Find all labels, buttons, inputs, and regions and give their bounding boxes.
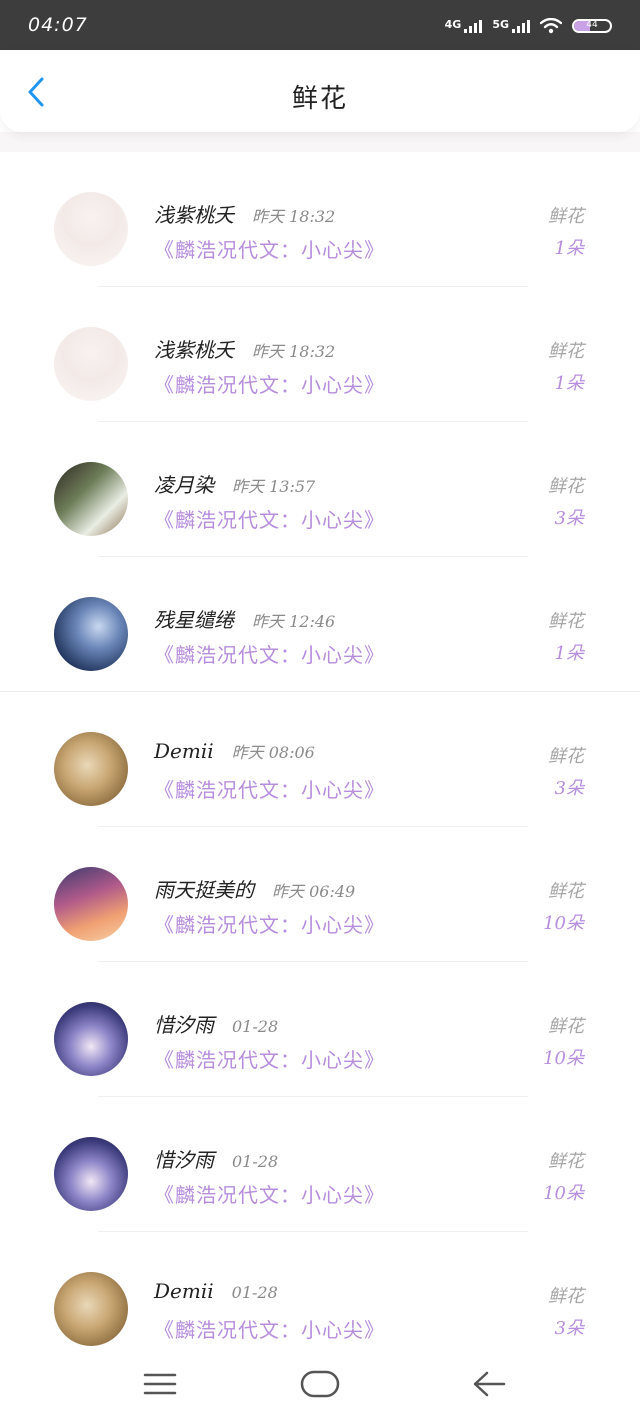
network-4g-indicator: 4G bbox=[445, 19, 483, 33]
avatar[interactable] bbox=[54, 1002, 128, 1076]
status-bar: 04:07 4G 5G 44 bbox=[0, 0, 640, 50]
gift-count: 3朵 bbox=[554, 1318, 584, 1339]
gift-type-label: 鲜花 bbox=[548, 476, 584, 497]
book-title-link[interactable]: 《麟浩况代文：小心尖》 bbox=[154, 1179, 385, 1208]
avatar[interactable] bbox=[54, 732, 128, 806]
avatar[interactable] bbox=[54, 867, 128, 941]
list-item[interactable]: 惜汐雨 01-28 《麟浩况代文：小心尖》 鲜花 10朵 bbox=[0, 962, 640, 1097]
gift-count: 10朵 bbox=[543, 1048, 584, 1069]
wifi-icon bbox=[540, 18, 562, 34]
list-item[interactable]: 凌月染 昨天 13:57 《麟浩况代文：小心尖》 鲜花 3朵 bbox=[0, 422, 640, 557]
book-title-link[interactable]: 《麟浩况代文：小心尖》 bbox=[154, 369, 385, 398]
gift-type-label: 鲜花 bbox=[548, 746, 584, 767]
avatar[interactable] bbox=[54, 192, 128, 266]
gift-count: 10朵 bbox=[543, 1183, 584, 1204]
user-name[interactable]: 浅紫桃夭 bbox=[154, 203, 234, 227]
user-name[interactable]: Demii bbox=[154, 739, 214, 763]
list-item[interactable]: 浅紫桃夭 昨天 18:32 《麟浩况代文：小心尖》 鲜花 1朵 bbox=[0, 287, 640, 422]
gift-type-label: 鲜花 bbox=[548, 341, 584, 362]
gift-type-label: 鲜花 bbox=[548, 206, 584, 227]
avatar[interactable] bbox=[54, 1137, 128, 1211]
gift-count: 1朵 bbox=[554, 238, 584, 259]
book-title-link[interactable]: 《麟浩况代文：小心尖》 bbox=[154, 909, 385, 938]
avatar[interactable] bbox=[54, 1272, 128, 1346]
status-icons: 4G 5G 44 bbox=[445, 14, 612, 38]
list-item[interactable]: 惜汐雨 01-28 《麟浩况代文：小心尖》 鲜花 10朵 bbox=[0, 1097, 640, 1232]
user-name-line: 残星缱绻 昨天 12:46 bbox=[154, 604, 335, 633]
gift-time: 01-28 bbox=[232, 1152, 279, 1171]
signal-bars-icon bbox=[512, 19, 530, 33]
user-name-line: 惜汐雨 01-28 bbox=[154, 1009, 278, 1038]
user-name[interactable]: 雨天挺美的 bbox=[154, 878, 254, 902]
header-spacer bbox=[0, 132, 640, 152]
user-name[interactable]: Demii bbox=[154, 1279, 214, 1303]
gift-list: 浅紫桃夭 昨天 18:32 《麟浩况代文：小心尖》 鲜花 1朵 浅紫桃夭 昨天 18:32 《… bbox=[0, 152, 640, 1367]
gift-type-label: 鲜花 bbox=[548, 1016, 584, 1037]
gift-time: 昨天 18:32 bbox=[252, 342, 336, 361]
gift-time: 01-28 bbox=[231, 1283, 278, 1302]
gift-count: 3朵 bbox=[554, 778, 584, 799]
gift-time: 昨天 06:49 bbox=[272, 882, 356, 901]
user-name-line: Demii 01-28 bbox=[154, 1279, 278, 1303]
page-title: 鲜花 bbox=[291, 84, 348, 114]
user-name[interactable]: 浅紫桃夭 bbox=[154, 338, 234, 362]
user-name[interactable]: 惜汐雨 bbox=[154, 1148, 214, 1172]
gift-count: 3朵 bbox=[554, 508, 584, 529]
gift-count: 10朵 bbox=[543, 913, 584, 934]
network-4g-label: 4G bbox=[444, 18, 462, 31]
avatar[interactable] bbox=[54, 327, 128, 401]
user-name-line: 浅紫桃夭 昨天 18:32 bbox=[154, 199, 335, 228]
user-name-line: 惜汐雨 01-28 bbox=[154, 1144, 278, 1173]
gift-type-label: 鲜花 bbox=[548, 611, 584, 632]
system-back-button[interactable] bbox=[464, 1364, 514, 1404]
list-item[interactable]: 残星缱绻 昨天 12:46 《麟浩况代文：小心尖》 鲜花 1朵 bbox=[0, 557, 640, 692]
menu-button[interactable] bbox=[135, 1364, 185, 1404]
signal-bars-icon bbox=[464, 19, 483, 33]
book-title-link[interactable]: 《麟浩况代文：小心尖》 bbox=[154, 1314, 385, 1343]
list-item[interactable]: Demii 昨天 08:06 《麟浩况代文：小心尖》 鲜花 3朵 bbox=[0, 692, 640, 827]
list-item[interactable]: Demii 01-28 《麟浩况代文：小心尖》 鲜花 3朵 bbox=[0, 1232, 640, 1367]
user-name-line: 凌月染 昨天 13:57 bbox=[154, 469, 315, 498]
header: 鲜花 bbox=[0, 50, 640, 132]
gift-count: 1朵 bbox=[554, 643, 584, 664]
user-name-line: 浅紫桃夭 昨天 18:32 bbox=[154, 334, 335, 363]
book-title-link[interactable]: 《麟浩况代文：小心尖》 bbox=[154, 774, 385, 803]
gift-time: 昨天 18:32 bbox=[252, 207, 336, 226]
gift-type-label: 鲜花 bbox=[548, 881, 584, 902]
home-button[interactable] bbox=[295, 1364, 345, 1404]
arrow-left-icon bbox=[473, 1371, 506, 1397]
book-title-link[interactable]: 《麟浩况代文：小心尖》 bbox=[154, 234, 385, 263]
avatar[interactable] bbox=[54, 462, 128, 536]
book-title-link[interactable]: 《麟浩况代文：小心尖》 bbox=[154, 639, 385, 668]
gift-time: 昨天 12:46 bbox=[252, 612, 336, 631]
user-name[interactable]: 残星缱绻 bbox=[154, 608, 234, 632]
battery-level-text: 44 bbox=[586, 20, 598, 30]
avatar[interactable] bbox=[54, 597, 128, 671]
gift-time: 01-28 bbox=[232, 1017, 279, 1036]
book-title-link[interactable]: 《麟浩况代文：小心尖》 bbox=[154, 504, 385, 533]
system-nav-bar bbox=[0, 1350, 640, 1422]
user-name-line: 雨天挺美的 昨天 06:49 bbox=[154, 874, 355, 903]
gift-time: 昨天 08:06 bbox=[231, 743, 315, 762]
menu-icon bbox=[143, 1373, 177, 1395]
user-name-line: Demii 昨天 08:06 bbox=[154, 739, 315, 763]
network-5g-indicator: 5G bbox=[492, 19, 530, 33]
gift-time: 昨天 13:57 bbox=[232, 477, 316, 496]
list-item[interactable]: 雨天挺美的 昨天 06:49 《麟浩况代文：小心尖》 鲜花 10朵 bbox=[0, 827, 640, 962]
status-time: 04:07 bbox=[28, 14, 88, 36]
gift-type-label: 鲜花 bbox=[548, 1151, 584, 1172]
home-icon bbox=[300, 1370, 340, 1398]
gift-type-label: 鲜花 bbox=[548, 1286, 584, 1307]
battery-icon: 44 bbox=[572, 19, 612, 33]
list-item[interactable]: 浅紫桃夭 昨天 18:32 《麟浩况代文：小心尖》 鲜花 1朵 bbox=[0, 152, 640, 287]
user-name[interactable]: 凌月染 bbox=[154, 473, 214, 497]
network-5g-label: 5G bbox=[492, 18, 509, 31]
user-name[interactable]: 惜汐雨 bbox=[154, 1013, 214, 1037]
gift-count: 1朵 bbox=[554, 373, 584, 394]
book-title-link[interactable]: 《麟浩况代文：小心尖》 bbox=[154, 1044, 385, 1073]
